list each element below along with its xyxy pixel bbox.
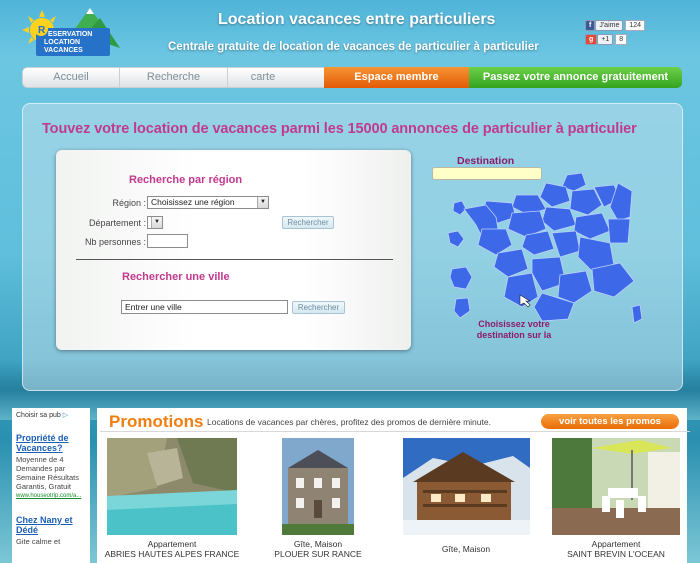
map-caption: Choisissez votre destination sur la — [476, 319, 552, 340]
promo-card-2-place: PLOUER SUR RANCE — [274, 549, 362, 559]
map-region-bourgogne[interactable] — [573, 212, 611, 240]
gplus-count: 8 — [615, 34, 628, 45]
facebook-icon: f — [585, 20, 596, 31]
ad-column: Choisir sa pub ▷ Propriété de Vacances? … — [12, 408, 90, 563]
map-region-idf[interactable] — [452, 200, 467, 216]
tab-recherche[interactable]: Recherche — [120, 68, 228, 87]
svg-text:LOCATION: LOCATION — [44, 39, 80, 46]
map-region-paca[interactable] — [591, 262, 635, 298]
gplus-icon: g — [585, 34, 598, 45]
destination-title: Destination — [457, 155, 515, 167]
map-region-poitou[interactable] — [493, 248, 529, 278]
passez-annonce-button[interactable]: Passez votre annonce gratuitement — [469, 67, 682, 88]
chevron-down-icon: ▼ — [151, 217, 162, 228]
svg-text:R: R — [38, 25, 46, 36]
map-region-martinique[interactable] — [453, 297, 471, 319]
promo-card-4-place: SAINT BREVIN L'OCEAN — [567, 549, 665, 559]
voir-promos-button[interactable]: voir toutes les promos — [541, 414, 679, 429]
region-label: Région : — [112, 198, 146, 208]
search-region-heading: Recherche par région — [129, 174, 243, 186]
ad-link-1[interactable]: Propriété de Vacances? — [16, 433, 86, 453]
tab-accueil[interactable]: Accueil — [23, 68, 120, 87]
site-subtitle: Centrale gratuite de location de vacance… — [168, 41, 539, 53]
nb-personnes-input[interactable] — [147, 234, 188, 248]
map-region-petite-couronne[interactable] — [447, 230, 465, 248]
facebook-like[interactable]: f J'aime 124 — [585, 20, 646, 31]
ad-text-1: Moyenne de 4 Demandes par Semaine Résult… — [16, 455, 79, 491]
facebook-count: 124 — [625, 20, 646, 31]
search-divider — [76, 259, 393, 260]
promo-card-1-place: ABRIES HAUTES ALPES FRANCE — [104, 549, 240, 559]
promo-card-4-image[interactable] — [552, 438, 680, 535]
map-region-auvergne[interactable] — [551, 230, 581, 258]
main-nav: Accueil Recherche carte Espace membre Pa… — [22, 67, 682, 88]
map-region-languedoc[interactable] — [557, 270, 593, 304]
tab-carte[interactable]: carte — [228, 68, 298, 87]
promo-card-3-type: Gîte, Maison — [441, 544, 491, 554]
promotions-divider — [100, 431, 690, 432]
nav-tabs: Accueil Recherche carte — [22, 67, 324, 88]
page-headline: Touvez votre location de vacances parmi … — [42, 121, 637, 137]
search-city-heading: Rechercher une ville — [122, 271, 230, 283]
region-select[interactable]: Choisissez une région ▼ — [147, 196, 269, 209]
promo-card-2-type: Gîte, Maison — [293, 539, 343, 549]
svg-text:ESERVATION: ESERVATION — [48, 31, 92, 38]
ad-choice-text: Choisir sa pub — [16, 412, 61, 419]
map-region-picardie[interactable] — [539, 182, 571, 208]
promo-card-4-type: Appartement — [591, 539, 641, 549]
map-region-ile-de-france[interactable] — [541, 206, 577, 232]
city-search-input[interactable]: Entrer une ville — [121, 300, 288, 314]
region-search-button[interactable]: Rechercher — [282, 216, 334, 229]
city-search-button[interactable]: Rechercher — [292, 301, 345, 314]
facebook-like-label[interactable]: J'aime — [595, 20, 624, 31]
ad-choice-icon: ▷ — [62, 412, 69, 419]
map-region-guadeloupe[interactable] — [449, 266, 473, 290]
gplus-button[interactable]: g +1 8 — [585, 34, 628, 45]
site-title: Location vacances entre particuliers — [218, 11, 496, 28]
chevron-down-icon: ▼ — [257, 197, 268, 208]
ad-link-2[interactable]: Chez Nany et Dédé — [16, 515, 86, 535]
svg-text:VACANCES: VACANCES — [44, 47, 83, 54]
departement-label: Département : — [88, 218, 146, 228]
promotions-title: Promotions — [109, 412, 204, 431]
map-region-franche-comte[interactable] — [607, 218, 631, 244]
map-region-corse[interactable] — [631, 304, 643, 323]
promo-card-1-type: Appartement — [147, 539, 197, 549]
nb-personnes-label: Nb personnes : — [84, 237, 146, 247]
ad-url-1[interactable]: www.houseotrip.com/a... — [16, 493, 86, 499]
promo-card-3-image[interactable] — [403, 438, 530, 535]
france-map[interactable] — [442, 173, 650, 323]
ad-choice-label[interactable]: Choisir sa pub ▷ — [16, 411, 86, 419]
site-logo[interactable]: R ESERVATION LOCATION VACANCES — [22, 8, 120, 60]
promo-card-2-image[interactable] — [282, 438, 354, 535]
espace-membre-button[interactable]: Espace membre — [324, 67, 469, 88]
map-region-pays-de-la-loire[interactable] — [477, 228, 513, 256]
gplus-label[interactable]: +1 — [597, 34, 614, 45]
ad-text-2: Gite calme et — [16, 537, 61, 546]
promotions-description: Locations de vacances par chères, profit… — [207, 417, 491, 427]
logo-graphic: R ESERVATION LOCATION VACANCES — [22, 8, 120, 56]
region-select-value: Choisissez une région — [151, 197, 235, 207]
departement-select[interactable]: ▼ — [147, 216, 163, 229]
map-region-limousin[interactable] — [521, 230, 555, 256]
promo-card-1-image[interactable] — [107, 438, 237, 535]
